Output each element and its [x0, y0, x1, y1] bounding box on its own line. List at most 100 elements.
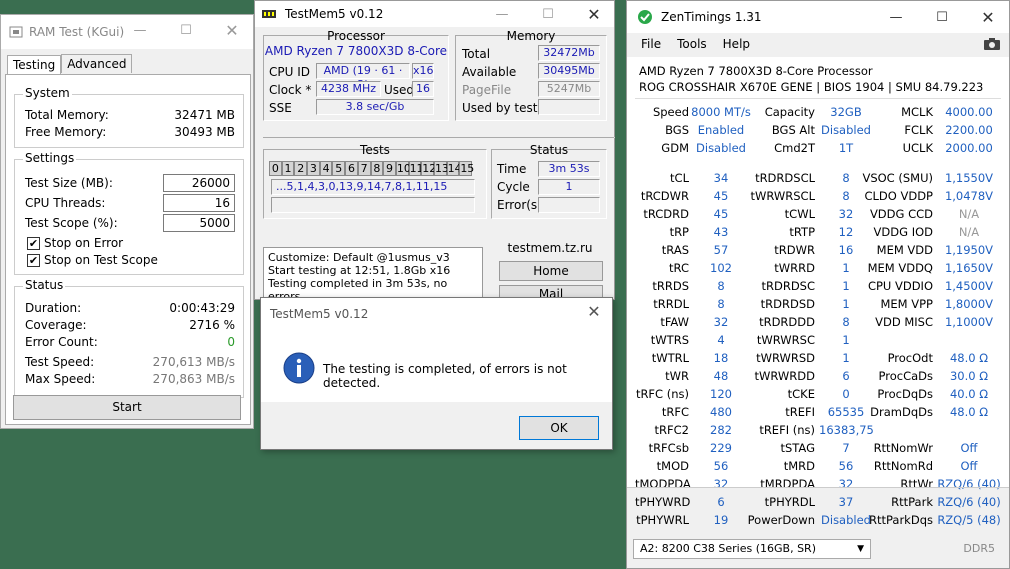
timing-value: 48	[713, 369, 729, 383]
group-label: System	[23, 86, 72, 100]
coverage-value: 2716 %	[189, 318, 235, 332]
timing-row: tWTRL 18 tWRWRSD 1 ProcOdt 48.0 Ω	[635, 351, 1001, 369]
maximize-button[interactable]: ☐	[163, 15, 209, 45]
processor-label: Processor	[327, 29, 385, 43]
timing-row: tRFCsb 229 tSTAG 7 RttNomWr Off	[635, 441, 1001, 459]
ok-button[interactable]: OK	[519, 416, 599, 440]
check-icon: ✔	[27, 236, 40, 250]
close-button[interactable]: ✕	[582, 302, 606, 322]
errors-value	[538, 197, 600, 213]
label: Test Scope (%):	[25, 216, 118, 230]
menu-file[interactable]: File	[641, 37, 661, 51]
timing-value: 6	[717, 495, 725, 509]
status-group: Status Duration: 0:00:43:29 Coverage: 27…	[14, 278, 244, 398]
timing-label: tMODPDA	[635, 477, 691, 491]
test-cell: 15	[459, 161, 475, 176]
timing-row: tFAW 32 tRDRDDD 8 VDD MISC 1,1000V	[635, 315, 1001, 333]
close-button[interactable]: ✕	[571, 1, 617, 27]
menu-tools[interactable]: Tools	[677, 37, 707, 51]
label: Total Memory:	[25, 108, 109, 122]
timing-label: MEM VDD	[876, 243, 933, 257]
error-count-value: 0	[227, 335, 235, 349]
timing-label: Cmd2T	[774, 141, 815, 155]
maximize-button[interactable]: ☐	[919, 1, 965, 33]
menu-help[interactable]: Help	[723, 37, 750, 51]
label: Test Size (MB):	[25, 176, 113, 190]
testmem-window: TestMem5 v0.12 — ☐ ✕ Processor AMD Ryzen…	[254, 0, 617, 303]
timing-label: Capacity	[764, 105, 815, 119]
checkbox-label: Stop on Error	[44, 236, 124, 250]
ddr-label: DDR5	[963, 542, 995, 555]
timing-label: tRFC	[661, 405, 689, 419]
timing-label: tMOD	[656, 459, 689, 473]
timing-label: ProcOdt	[887, 351, 933, 365]
stop-on-scope-checkbox[interactable]: ✔ Stop on Test Scope	[27, 253, 158, 267]
test-cell: 4	[319, 161, 333, 176]
label: PageFile	[462, 83, 512, 97]
timing-label: tRAS	[661, 243, 689, 257]
timing-label: tPHYRDL	[764, 495, 815, 509]
timing-label: RttPark	[891, 495, 933, 509]
used-value: 16	[412, 81, 434, 97]
timing-value: 2000.00	[945, 141, 993, 155]
timing-value: 1,1000V	[944, 315, 994, 329]
cpu-id-x-value: x16	[412, 63, 434, 79]
tab-testing[interactable]: Testing	[7, 55, 62, 74]
test-size-input[interactable]: 26000	[163, 174, 235, 192]
cpu-threads-input[interactable]: 16	[163, 194, 235, 212]
timing-label: tMRDPDA	[760, 477, 815, 491]
test-cells: 0 1 2 3 4 5 6 7 8 9 10 11 12 13 14 15	[269, 161, 475, 176]
info-icon	[283, 352, 315, 384]
memory-label: Memory	[506, 29, 556, 43]
timing-row: tPHYWRD 6 tPHYRDL 37 RttPark RZQ/6 (40)	[635, 495, 1001, 513]
timing-label: tRTP	[789, 225, 815, 239]
profile-select[interactable]: A2: 8200 C38 Series (16GB, SR) ▼	[633, 539, 871, 559]
timing-label: tFAW	[660, 315, 689, 329]
timing-value: 1	[842, 333, 850, 347]
start-button[interactable]: Start	[13, 395, 241, 420]
maximize-button[interactable]: ☐	[525, 1, 571, 27]
timing-value: 1,8000V	[944, 297, 994, 311]
timing-value: 282	[710, 423, 732, 437]
timing-label: RttWr	[900, 477, 933, 491]
max-speed-value: 270,863 MB/s	[152, 372, 235, 386]
minimize-button[interactable]: —	[117, 15, 163, 45]
timing-value: 16383,75	[819, 423, 874, 437]
minimize-button[interactable]: —	[873, 1, 919, 33]
test-cell: 7	[357, 161, 371, 176]
timing-label: RttNomWr	[873, 441, 933, 455]
timing-label: tRDRDSC	[761, 279, 815, 293]
timing-row: GDM Disabled Cmd2T 1T UCLK 2000.00	[635, 141, 1001, 159]
zentimings-window: ZenTimings 1.31 — ☐ ✕ File Tools Help AM…	[626, 0, 1010, 569]
ram-app-icon	[9, 26, 23, 38]
timing-value: 120	[710, 387, 732, 401]
timing-row: tRFC2 282 tREFI (ns) 16383,75	[635, 423, 1001, 441]
timing-value: 34	[713, 171, 729, 185]
timing-label: PowerDown	[747, 513, 815, 527]
close-button[interactable]: ✕	[965, 1, 1010, 33]
camera-icon[interactable]	[983, 37, 1001, 51]
timing-row: tMOD 56 tMRD 56 RttNomRd Off	[635, 459, 1001, 477]
timing-value: 1,1650V	[944, 261, 994, 275]
timing-label: tWTRS	[650, 333, 689, 347]
test-cell: 10	[395, 161, 411, 176]
timing-label: RttNomRd	[873, 459, 933, 473]
timing-label: tRCDRD	[643, 207, 689, 221]
label: Error(s)	[497, 198, 542, 212]
home-button[interactable]: Home	[499, 261, 603, 281]
board-info: ROG CROSSHAIR X670E GENE | BIOS 1904 | S…	[639, 80, 984, 94]
stop-on-error-checkbox[interactable]: ✔ Stop on Error	[27, 236, 123, 250]
minimize-button[interactable]: —	[479, 1, 525, 27]
timing-label: tPHYWRD	[635, 495, 691, 509]
label: CPU Threads:	[25, 196, 106, 210]
test-cell: 2	[294, 161, 308, 176]
check-icon: ✔	[27, 253, 40, 267]
zen-app-icon	[638, 10, 652, 24]
label: Test Speed:	[25, 355, 95, 369]
window-title: RAM Test (KGui)	[29, 25, 125, 39]
timing-label: CLDO VDDP	[864, 189, 933, 203]
tab-advanced[interactable]: Advanced	[61, 54, 133, 73]
test-scope-input[interactable]: 5000	[163, 214, 235, 232]
timing-value: Off	[960, 459, 978, 473]
close-button[interactable]: ✕	[209, 15, 255, 45]
